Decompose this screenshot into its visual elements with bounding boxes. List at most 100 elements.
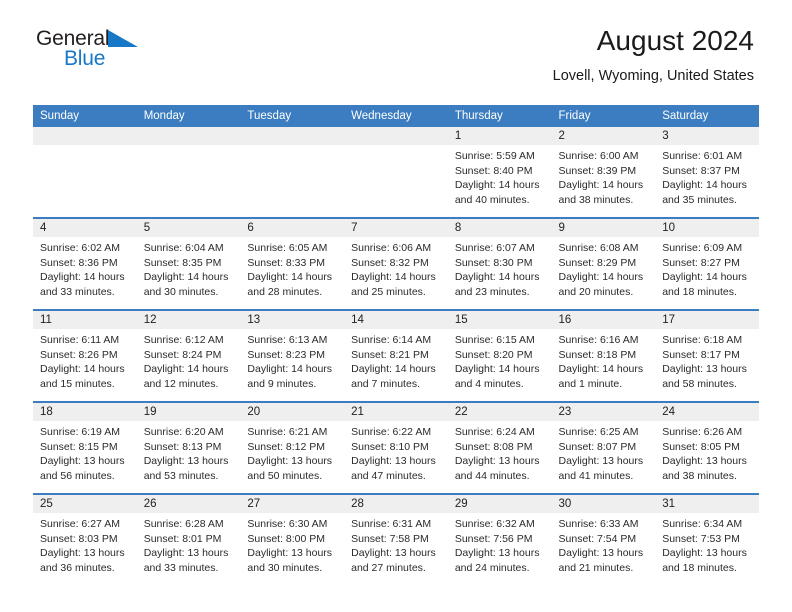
calendar-grid: Sunday Monday Tuesday Wednesday Thursday… bbox=[33, 105, 759, 585]
calendar-day-cell[interactable]: 21 Sunrise: 6:22 AM Sunset: 8:10 PM Dayligh… bbox=[344, 401, 448, 494]
weekday-header-tuesday: Tuesday bbox=[240, 105, 345, 127]
day-number: 12 bbox=[136, 311, 241, 329]
calendar-day-cell[interactable]: 8 Sunrise: 6:07 AM Sunset: 8:30 PM Daylight… bbox=[447, 217, 552, 310]
daylight-duration-line2: and 12 minutes. bbox=[143, 377, 219, 390]
day-number: 28 bbox=[344, 495, 448, 513]
calendar-day-cell[interactable]: 11 Sunrise: 6:11 AM Sunset: 8:26 PM Dayligh… bbox=[33, 309, 137, 402]
daylight-duration-line2: and 36 minutes. bbox=[40, 561, 115, 574]
sunset-time: Sunset: 8:15 PM bbox=[40, 440, 118, 453]
calendar-day-cell[interactable]: 22 Sunrise: 6:24 AM Sunset: 8:08 PM Dayligh… bbox=[447, 401, 552, 494]
sunrise-time: Sunrise: 6:22 AM bbox=[351, 426, 432, 438]
calendar-empty-cell bbox=[33, 127, 137, 218]
daylight-duration-line2: and 18 minutes. bbox=[662, 285, 737, 298]
calendar-day-cell[interactable]: 12 Sunrise: 6:12 AM Sunset: 8:24 PM Dayligh… bbox=[136, 309, 241, 402]
calendar-day-cell[interactable]: 18 Sunrise: 6:19 AM Sunset: 8:15 PM Dayligh… bbox=[33, 401, 137, 494]
sunset-time: Sunset: 8:33 PM bbox=[247, 256, 326, 269]
calendar-day-cell[interactable]: 6 Sunrise: 6:05 AM Sunset: 8:33 PM Daylight… bbox=[240, 217, 345, 310]
calendar-day-cell[interactable]: 17 Sunrise: 6:18 AM Sunset: 8:17 PM Dayligh… bbox=[655, 309, 759, 402]
sunrise-time: Sunrise: 6:15 AM bbox=[454, 334, 535, 346]
calendar-day-cell[interactable]: 3 Sunrise: 6:01 AM Sunset: 8:37 PM Daylight… bbox=[655, 127, 759, 218]
sunrise-time: Sunrise: 6:05 AM bbox=[247, 242, 328, 254]
calendar-day-cell[interactable]: 16 Sunrise: 6:16 AM Sunset: 8:18 PM Dayligh… bbox=[551, 309, 656, 402]
daylight-duration-line1: Daylight: 13 hours bbox=[558, 547, 644, 559]
calendar-day-cell[interactable]: 25 Sunrise: 6:27 AM Sunset: 8:03 PM Dayligh… bbox=[33, 493, 137, 585]
day-detail: Sunrise: 5:59 AM Sunset: 8:40 PM Daylight:… bbox=[448, 145, 552, 207]
daylight-duration-line1: Daylight: 14 hours bbox=[143, 363, 229, 375]
calendar-day-cell[interactable]: 19 Sunrise: 6:20 AM Sunset: 8:13 PM Dayligh… bbox=[136, 401, 241, 494]
daylight-duration-line2: and 38 minutes. bbox=[662, 469, 737, 482]
calendar-day-cell[interactable]: 30 Sunrise: 6:33 AM Sunset: 7:54 PM Dayligh… bbox=[551, 493, 656, 585]
sunrise-time: Sunrise: 6:01 AM bbox=[662, 150, 743, 162]
sunset-time: Sunset: 8:29 PM bbox=[558, 256, 637, 269]
sunrise-time: Sunrise: 6:12 AM bbox=[143, 334, 224, 346]
calendar-day-cell[interactable]: 14 Sunrise: 6:14 AM Sunset: 8:21 PM Dayligh… bbox=[344, 309, 448, 402]
daylight-duration-line2: and 30 minutes. bbox=[247, 561, 323, 574]
daylight-duration-line2: and 50 minutes. bbox=[247, 469, 323, 482]
calendar-day-cell[interactable]: 23 Sunrise: 6:25 AM Sunset: 8:07 PM Dayligh… bbox=[551, 401, 656, 494]
calendar-day-cell[interactable]: 27 Sunrise: 6:30 AM Sunset: 8:00 PM Dayligh… bbox=[240, 493, 345, 585]
sunset-time: Sunset: 8:37 PM bbox=[662, 164, 740, 177]
day-number: 20 bbox=[240, 403, 345, 421]
calendar-day-cell[interactable]: 2 Sunrise: 6:00 AM Sunset: 8:39 PM Daylight… bbox=[551, 127, 656, 218]
calendar-day-cell[interactable]: 13 Sunrise: 6:13 AM Sunset: 8:23 PM Dayligh… bbox=[240, 309, 345, 402]
sunrise-time: Sunrise: 6:33 AM bbox=[558, 518, 639, 530]
sunset-time: Sunset: 8:36 PM bbox=[40, 256, 118, 269]
daylight-duration-line1: Daylight: 13 hours bbox=[454, 455, 540, 467]
day-detail: Sunrise: 6:20 AM Sunset: 8:13 PM Daylight:… bbox=[137, 421, 241, 483]
day-number: 19 bbox=[136, 403, 241, 421]
day-detail: Sunrise: 6:32 AM Sunset: 7:56 PM Daylight:… bbox=[448, 513, 552, 575]
daylight-duration-line2: and 23 minutes. bbox=[454, 285, 530, 298]
calendar-day-cell[interactable]: 15 Sunrise: 6:15 AM Sunset: 8:20 PM Dayligh… bbox=[447, 309, 552, 402]
page-subtitle: Lovell, Wyoming, United States bbox=[552, 68, 754, 84]
sunset-time: Sunset: 8:05 PM bbox=[662, 440, 740, 453]
weekday-header-friday: Friday bbox=[551, 105, 656, 127]
daylight-duration-line1: Daylight: 14 hours bbox=[40, 271, 125, 283]
sunset-time: Sunset: 8:35 PM bbox=[143, 256, 222, 269]
weekday-header-sunday: Sunday bbox=[33, 105, 137, 127]
sunrise-time: Sunrise: 6:30 AM bbox=[247, 518, 328, 530]
day-number: 5 bbox=[136, 219, 241, 237]
sunset-time: Sunset: 8:01 PM bbox=[143, 532, 222, 545]
sunrise-time: Sunrise: 5:59 AM bbox=[454, 150, 535, 162]
calendar-empty-cell bbox=[344, 127, 448, 218]
calendar-day-cell[interactable]: 1 Sunrise: 5:59 AM Sunset: 8:40 PM Daylight… bbox=[447, 127, 552, 218]
calendar-week-row: 25 Sunrise: 6:27 AM Sunset: 8:03 PM Dayligh… bbox=[33, 493, 759, 585]
general-blue-logo[interactable]: General Blue bbox=[36, 28, 156, 76]
page-header: General Blue August 2024 Lovell, Wyoming… bbox=[0, 0, 792, 84]
sunrise-time: Sunrise: 6:09 AM bbox=[662, 242, 743, 254]
day-number: 22 bbox=[447, 403, 552, 421]
daylight-duration-line1: Daylight: 14 hours bbox=[40, 363, 125, 375]
sunset-time: Sunset: 8:18 PM bbox=[558, 348, 637, 361]
calendar-day-cell[interactable]: 26 Sunrise: 6:28 AM Sunset: 8:01 PM Dayligh… bbox=[136, 493, 241, 585]
calendar-day-cell[interactable]: 20 Sunrise: 6:21 AM Sunset: 8:12 PM Dayligh… bbox=[240, 401, 345, 494]
sunset-time: Sunset: 8:40 PM bbox=[454, 164, 533, 177]
sunrise-time: Sunrise: 6:04 AM bbox=[143, 242, 224, 254]
sunrise-time: Sunrise: 6:00 AM bbox=[558, 150, 639, 162]
day-number: 16 bbox=[551, 311, 656, 329]
sunset-time: Sunset: 8:13 PM bbox=[143, 440, 222, 453]
day-number: 14 bbox=[344, 311, 448, 329]
calendar-week-row: 1 Sunrise: 5:59 AM Sunset: 8:40 PM Daylight… bbox=[33, 127, 759, 218]
daylight-duration-line2: and 18 minutes. bbox=[662, 561, 737, 574]
sunset-time: Sunset: 7:54 PM bbox=[558, 532, 637, 545]
day-number: 18 bbox=[33, 403, 137, 421]
sunset-time: Sunset: 8:24 PM bbox=[143, 348, 222, 361]
daylight-duration-line2: and 4 minutes. bbox=[454, 377, 524, 390]
daylight-duration-line1: Daylight: 13 hours bbox=[247, 547, 333, 559]
calendar-day-cell[interactable]: 24 Sunrise: 6:26 AM Sunset: 8:05 PM Dayligh… bbox=[655, 401, 759, 494]
daylight-duration-line1: Daylight: 14 hours bbox=[143, 271, 229, 283]
daylight-duration-line2: and 15 minutes. bbox=[40, 377, 115, 390]
day-number: 27 bbox=[240, 495, 345, 513]
calendar-day-cell[interactable]: 31 Sunrise: 6:34 AM Sunset: 7:53 PM Dayligh… bbox=[655, 493, 759, 585]
calendar-day-cell[interactable]: 28 Sunrise: 6:31 AM Sunset: 7:58 PM Dayligh… bbox=[344, 493, 448, 585]
calendar-day-cell[interactable]: 7 Sunrise: 6:06 AM Sunset: 8:32 PM Daylight… bbox=[344, 217, 448, 310]
calendar-day-cell[interactable]: 5 Sunrise: 6:04 AM Sunset: 8:35 PM Daylight… bbox=[136, 217, 241, 310]
calendar-day-cell[interactable]: 29 Sunrise: 6:32 AM Sunset: 7:56 PM Dayligh… bbox=[447, 493, 552, 585]
logo-text-general: General bbox=[36, 27, 110, 50]
calendar-day-cell[interactable]: 10 Sunrise: 6:09 AM Sunset: 8:27 PM Dayligh… bbox=[655, 217, 759, 310]
daylight-duration-line1: Daylight: 13 hours bbox=[40, 455, 125, 467]
calendar-day-cell[interactable]: 9 Sunrise: 6:08 AM Sunset: 8:29 PM Daylight… bbox=[551, 217, 656, 310]
day-detail: Sunrise: 6:02 AM Sunset: 8:36 PM Daylight:… bbox=[33, 237, 137, 299]
day-number: 17 bbox=[655, 311, 759, 329]
calendar-day-cell[interactable]: 4 Sunrise: 6:02 AM Sunset: 8:36 PM Daylight… bbox=[33, 217, 137, 310]
